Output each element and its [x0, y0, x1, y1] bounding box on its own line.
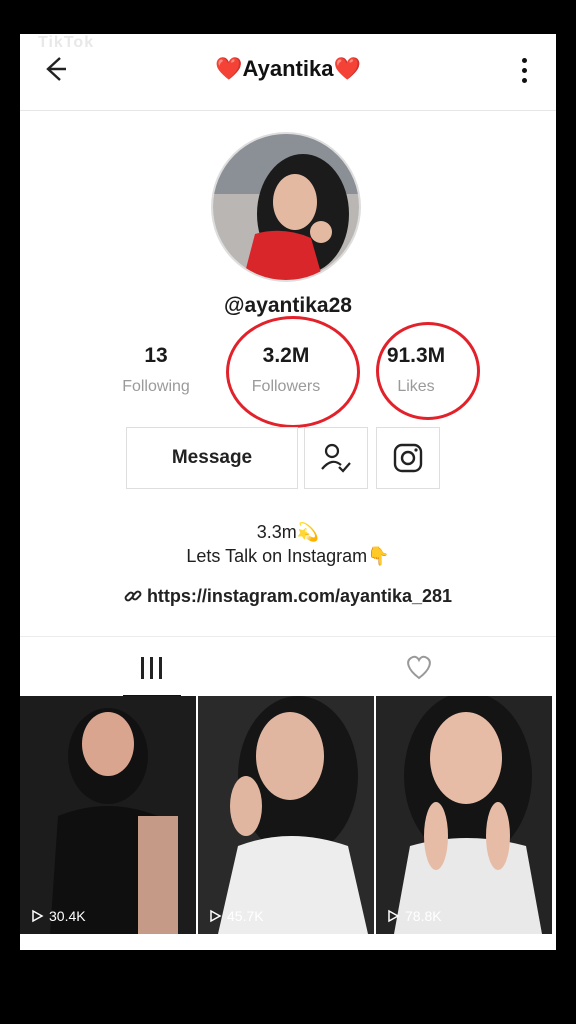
message-button[interactable]: Message: [126, 427, 298, 489]
grid-icon[interactable]: [138, 655, 166, 686]
followers-highlight-circle: [226, 316, 360, 428]
play-icon: [210, 909, 222, 923]
tiktok-watermark: TikTok: [38, 34, 95, 51]
view-count: 78.8K: [386, 908, 442, 924]
profile-tabs: [20, 636, 556, 697]
view-count-value: 30.4K: [49, 908, 86, 924]
likes-highlight-circle: [376, 322, 480, 420]
bio-line-1: 3.3m💫: [256, 522, 320, 542]
profile-title: ❤️Ayantika❤️: [20, 56, 556, 82]
username: @ayantika28: [224, 294, 352, 317]
following-count: 13: [144, 344, 168, 367]
top-bar: TikTok ❤️Ayantika❤️: [20, 34, 556, 111]
video-thumbnail[interactable]: 78.8K: [376, 696, 552, 934]
video-thumbnail[interactable]: 30.4K: [20, 696, 196, 934]
following-label: Following: [122, 378, 190, 395]
video-thumbnail[interactable]: 45.7K: [198, 696, 374, 934]
video-grid: 30.4K 45.7K 78.8K: [20, 696, 556, 950]
follow-check-icon[interactable]: [304, 427, 368, 489]
stat-following[interactable]: 13 Following: [96, 344, 216, 396]
profile-name: Ayantika: [242, 56, 334, 81]
view-count-value: 78.8K: [405, 908, 442, 924]
profile-screen: TikTok ❤️Ayantika❤️ @ayantika28 13 Follo…: [20, 34, 556, 950]
heart-emoji-left: ❤️: [215, 56, 243, 81]
instagram-icon[interactable]: [376, 427, 440, 489]
play-icon: [32, 909, 44, 923]
view-count: 45.7K: [208, 908, 264, 924]
bio-line-2: Lets Talk on Instagram👇: [186, 546, 390, 566]
play-icon: [388, 909, 400, 923]
bio-link-text: https://instagram.com/ayantika_281: [146, 586, 453, 606]
heart-emoji-right: ❤️: [333, 56, 361, 81]
link-icon: [124, 586, 142, 606]
bio-link[interactable]: https://instagram.com/ayantika_281: [20, 586, 556, 607]
avatar[interactable]: [213, 134, 359, 280]
view-count-value: 45.7K: [227, 908, 264, 924]
heart-outline-icon[interactable]: [404, 653, 434, 686]
more-vertical-icon[interactable]: [516, 58, 532, 88]
view-count: 30.4K: [30, 908, 86, 924]
